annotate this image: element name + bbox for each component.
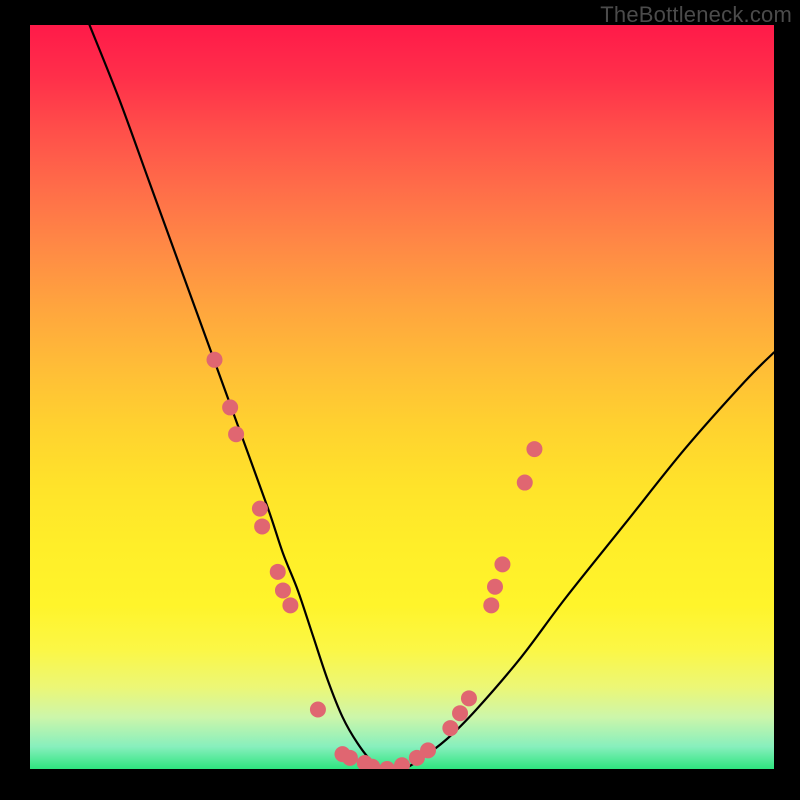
data-point <box>282 597 298 613</box>
data-point <box>357 755 373 769</box>
data-point <box>364 759 380 769</box>
data-point <box>334 746 350 762</box>
data-point <box>442 720 458 736</box>
bottleneck-curve <box>90 25 774 769</box>
data-point <box>409 750 425 766</box>
data-point <box>222 399 238 415</box>
watermark-text: TheBottleneck.com <box>600 2 792 28</box>
data-point <box>494 556 510 572</box>
data-point <box>517 475 533 491</box>
data-point <box>207 352 223 368</box>
data-point <box>394 757 410 769</box>
data-point <box>452 705 468 721</box>
chart-overlay <box>30 25 774 769</box>
data-point <box>420 742 436 758</box>
data-point <box>487 579 503 595</box>
data-point <box>461 690 477 706</box>
data-point <box>275 582 291 598</box>
data-point <box>310 701 326 717</box>
data-point <box>379 761 395 769</box>
data-point <box>254 518 270 534</box>
plot-area <box>30 25 774 769</box>
data-point <box>342 750 358 766</box>
data-point <box>526 441 542 457</box>
data-point <box>270 564 286 580</box>
data-point <box>252 501 268 517</box>
data-point <box>228 426 244 442</box>
outer-frame: TheBottleneck.com <box>0 0 800 800</box>
data-point <box>483 597 499 613</box>
data-points <box>207 352 543 769</box>
